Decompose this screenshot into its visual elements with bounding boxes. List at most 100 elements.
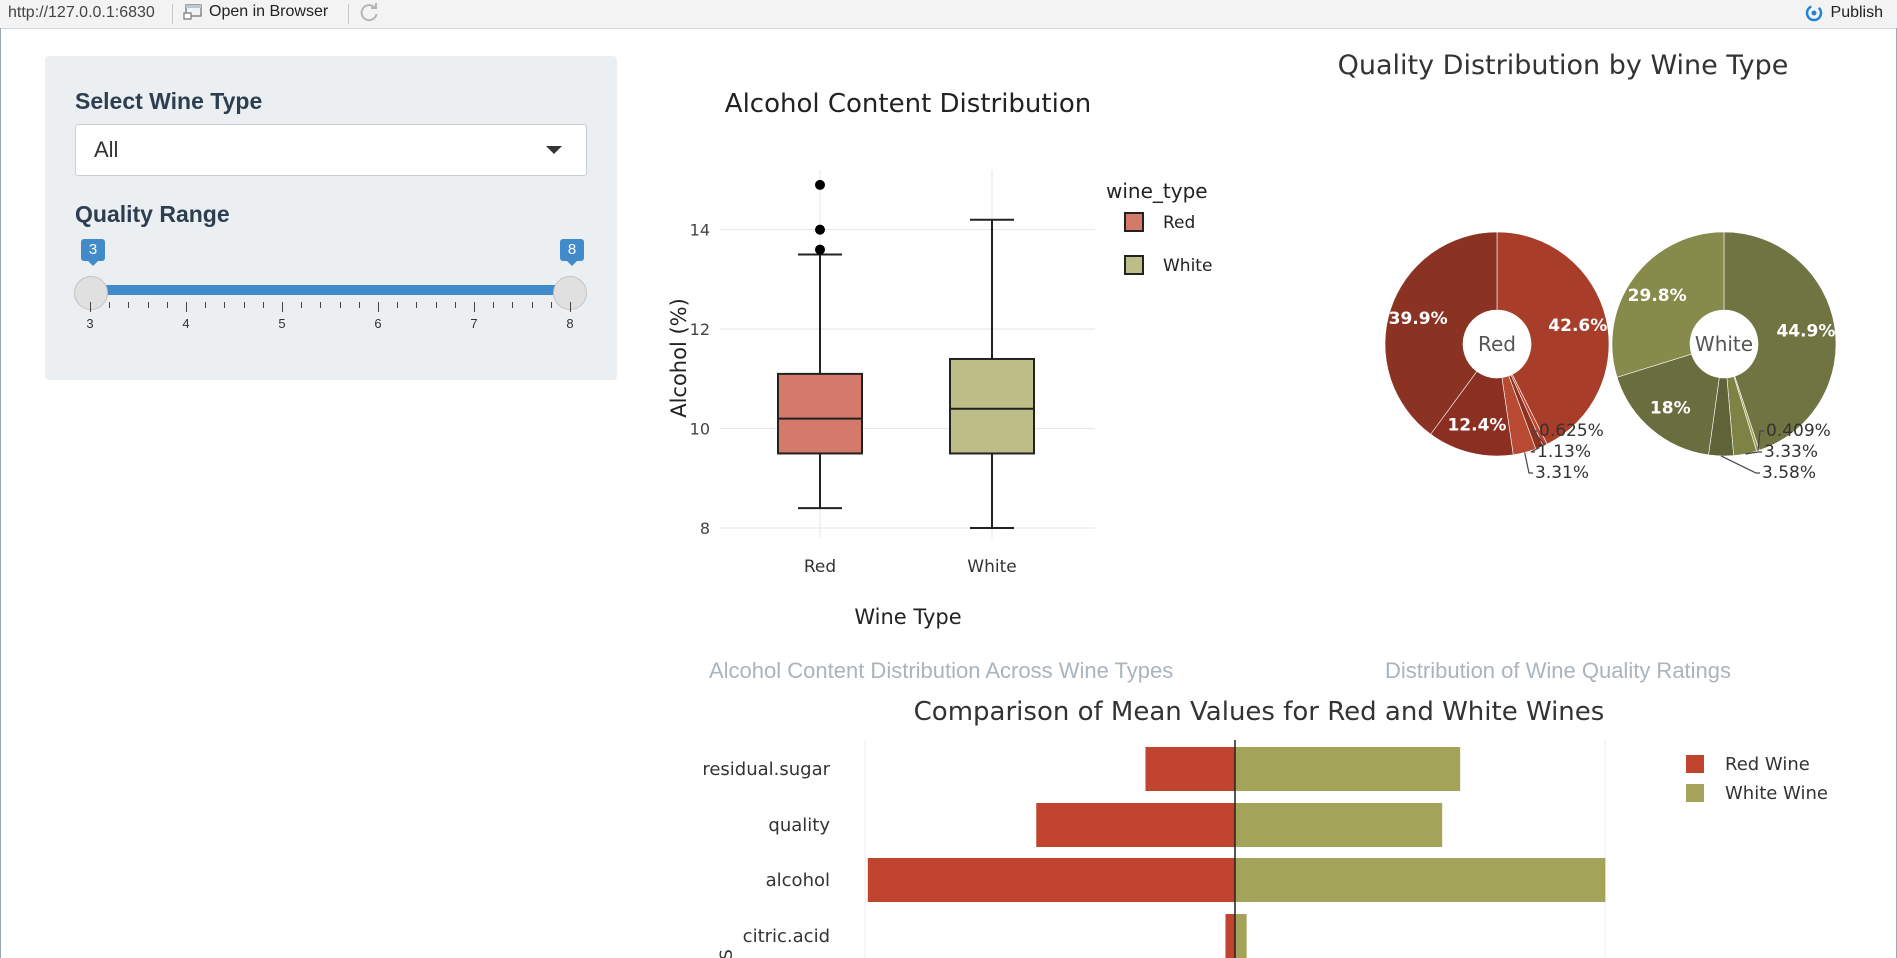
pie-slice-label: 44.9% [1776,322,1835,342]
pie-slice-label: 18% [1650,398,1691,418]
x-axis-title: Wine Type [854,605,961,629]
wine-type-selected-value: All [94,137,119,162]
boxplot-title: Alcohol Content Distribution [725,89,1091,119]
boxplot-caption: Alcohol Content Distribution Across Wine… [709,658,1174,683]
pie-outside-label: 3.58% [1762,463,1816,483]
chevron-down-icon [546,146,562,154]
pie-slice-label: 39.9% [1389,309,1448,329]
slider-minor-tick [397,302,399,308]
slider-minor-tick [147,302,149,308]
slider-minor-tick [301,302,303,308]
pie-outside-label: 3.31% [1535,463,1589,483]
pie-title: Quality Distribution by Wine Type [1338,50,1789,81]
slider-minor-tick [166,302,168,308]
slider-tick-label: 6 [374,316,382,331]
pie-leader-line [1524,452,1533,474]
pie-outside-label: 1.13% [1537,442,1591,462]
publish-button[interactable]: Publish [1803,3,1883,23]
open-in-browser-button[interactable]: Open in Browser [183,3,328,21]
slider-major-tick [282,302,283,312]
url-text: http://127.0.0.1:6830 [8,4,155,21]
slider-minor-tick [205,302,207,308]
slider-minor-tick [262,302,264,308]
bar-white-wine [1235,914,1247,958]
wine-type-select[interactable]: All [75,124,587,176]
slider-tick-label: 8 [566,316,574,331]
viewer-toolbar: http://127.0.0.1:6830 Open in Browser Pu… [0,0,1897,29]
slider-major-tick [90,302,91,312]
y-tick-label: 8 [700,519,710,538]
category-label: citric.acid [743,926,830,947]
y-axis-title: Alcohol (%) [667,298,691,418]
pie-slice-label: 29.8% [1628,286,1687,306]
legend-label: Red Wine [1725,754,1810,775]
legend-label: White Wine [1725,783,1828,804]
bar-white-wine [1235,803,1443,847]
publish-icon [1805,4,1822,22]
pie-caption: Distribution of Wine Quality Ratings [1385,658,1732,683]
pie-outside-label: 0.625% [1539,421,1604,441]
bar-red-wine [1145,747,1235,791]
slider-minor-tick [435,302,437,308]
box-white [949,357,1035,455]
slider-minor-tick [109,302,111,308]
slider-minor-tick [243,302,245,308]
bar-white-wine [1235,858,1606,902]
slider-minor-tick [416,302,418,308]
pie-outside-label: 0.409% [1766,421,1831,441]
slider-tick-label: 4 [182,316,190,331]
bar-chart-title: Comparison of Mean Values for Red and Wh… [914,697,1605,727]
slider-major-tick [570,302,571,312]
legend-swatch [1686,784,1704,802]
filter-sidebar: Select Wine Type All Quality Range 3 8 3… [45,56,617,380]
slider-minor-tick [339,302,341,308]
outlier-point [815,244,825,255]
slider-major-tick [474,302,475,312]
pie-center-label: Red [1478,332,1516,356]
quality-min-handle[interactable] [74,276,108,310]
publish-label: Publish [1830,4,1883,21]
category-label: alcohol [766,870,830,891]
slider-minor-tick [128,302,130,308]
legend-swatch-red [1124,212,1144,232]
pie-outside-label: 3.33% [1764,442,1818,462]
refresh-button[interactable] [358,2,380,29]
legend-label: White [1163,256,1212,276]
y-tick-label: 10 [690,420,710,439]
mean-comparison-bar-chart: Comparison of Mean Values for Red and Wh… [702,697,1828,958]
legend-swatch-white [1124,255,1144,275]
quality-slider-track[interactable] [93,285,571,295]
pie-slice-label: 42.6% [1548,316,1607,336]
window-border [0,28,1,958]
refresh-icon [360,3,378,22]
bar-red-wine [1225,914,1235,958]
y-tick-label: 12 [690,320,710,339]
slider-minor-tick [550,302,552,308]
toolbar-divider [348,4,349,24]
slider-major-tick [378,302,379,312]
legend-title: wine_type [1106,179,1208,203]
slider-major-tick [186,302,187,312]
slider-minor-tick [320,302,322,308]
quality-min-badge: 3 [81,239,105,266]
x-tick-label: Red [804,557,836,577]
box-red [777,372,863,455]
open-in-browser-label: Open in Browser [209,3,329,20]
category-label: quality [768,815,830,836]
slider-minor-tick [531,302,533,308]
bar-white-wine [1235,747,1461,791]
pie-center-label: White [1695,332,1753,356]
quality-max-badge: 8 [560,239,584,266]
slider-minor-tick [358,302,360,308]
outlier-point [815,179,825,190]
y-axis-title-truncated: S [717,949,737,958]
slider-minor-tick [454,302,456,308]
toolbar-divider [172,4,173,24]
open-window-icon [183,4,202,20]
pie-slice-label: 12.4% [1447,416,1506,436]
slider-minor-tick [224,302,226,308]
bar-red-wine [1036,803,1235,847]
slider-tick-label: 3 [86,316,94,331]
slider-tick-label: 7 [470,316,478,331]
y-tick-label: 14 [690,221,710,240]
